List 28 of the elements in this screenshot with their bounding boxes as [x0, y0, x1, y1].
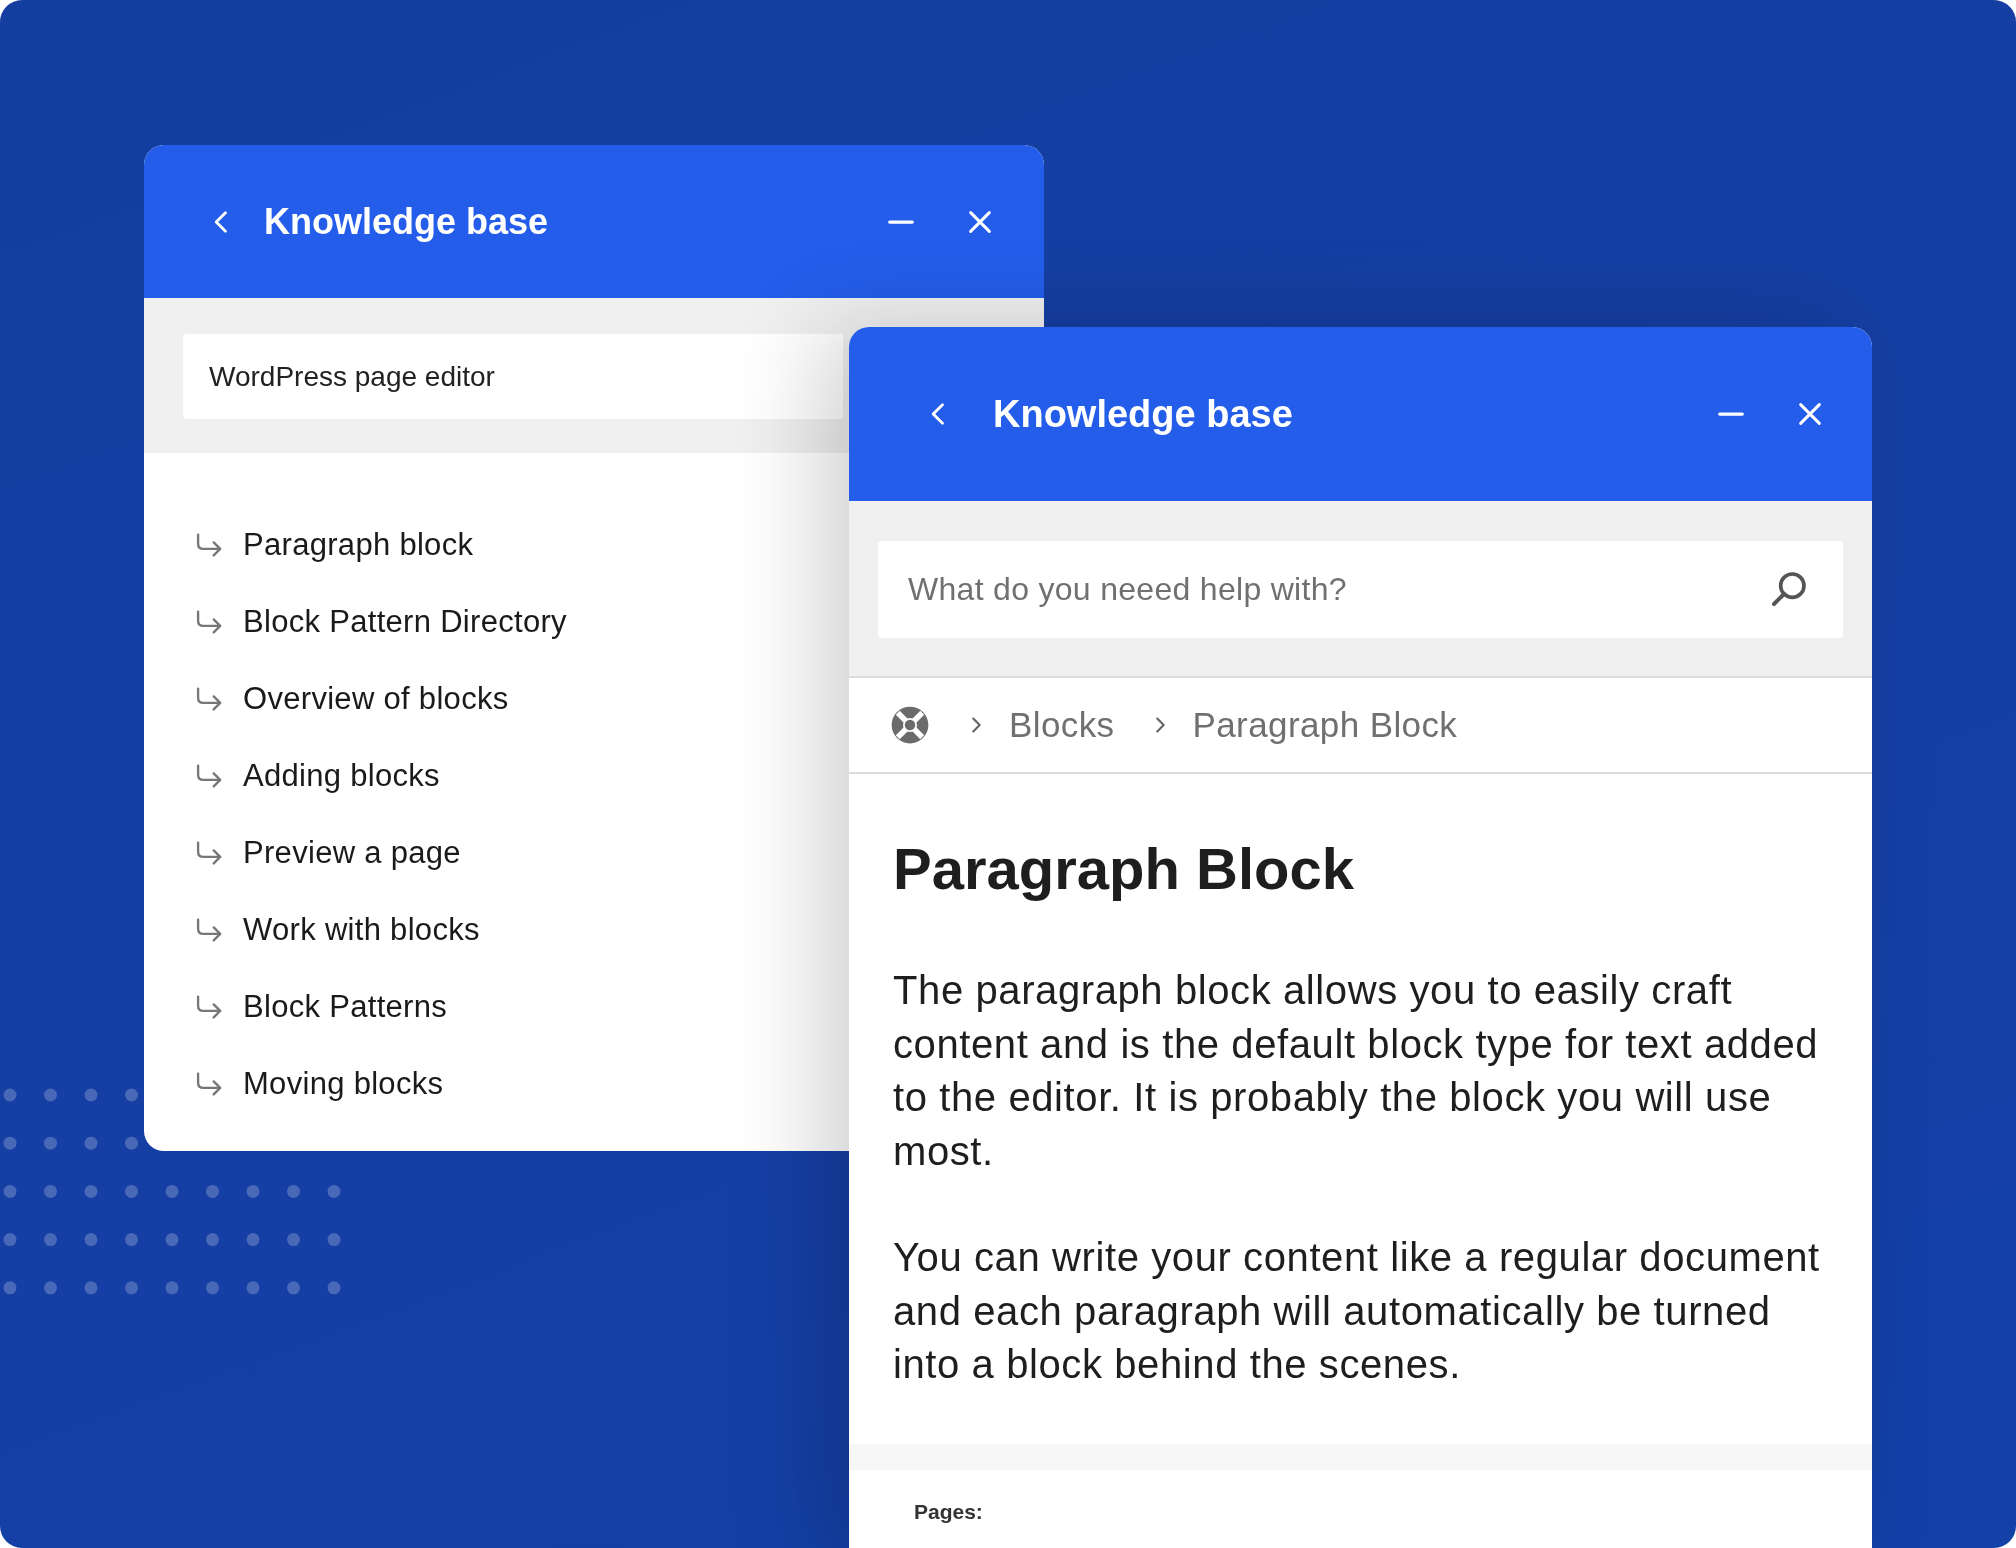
window-title: Knowledge base: [993, 392, 1294, 436]
window-title: Knowledge base: [264, 200, 550, 243]
article-link[interactable]: Moving blocks: [194, 1064, 444, 1103]
return-arrow-icon: [194, 1070, 223, 1097]
article-link[interactable]: Block Patterns: [194, 987, 448, 1026]
article-link[interactable]: Work with blocks: [194, 910, 480, 949]
return-arrow-icon: [194, 531, 223, 558]
article-link[interactable]: Preview a page: [194, 833, 461, 872]
article-paragraph: You can write your content like a regular document and each paragraph will automatically be turned into a block behind the scenes.: [893, 1234, 1821, 1388]
search-field[interactable]: WordPress page editor: [183, 334, 843, 419]
return-arrow-icon: [194, 993, 223, 1020]
return-arrow-icon: [194, 685, 223, 712]
breadcrumb-current: Paragraph Block: [1192, 705, 1458, 745]
article-paragraph: The paragraph block allows you to easily craft content and is the default block type for text added to the editor. It is probably the block you will use most.: [893, 967, 1820, 1175]
search-field[interactable]: What do you neeed help with?: [878, 541, 1843, 638]
article-link[interactable]: Block Pattern Directory: [194, 602, 567, 641]
return-arrow-icon: [194, 839, 223, 866]
close-icon[interactable]: [1796, 400, 1824, 428]
search-icon[interactable]: [1769, 569, 1809, 609]
article-link[interactable]: Adding blocks: [194, 756, 440, 795]
return-arrow-icon: [194, 608, 223, 635]
article-link[interactable]: Paragraph block: [194, 525, 474, 564]
lifebuoy-icon[interactable]: [889, 704, 931, 746]
breadcrumb-link[interactable]: Blocks: [1009, 705, 1115, 745]
return-arrow-icon: [194, 762, 223, 789]
return-arrow-icon: [194, 916, 223, 943]
article-link[interactable]: Overview of blocks: [194, 679, 509, 718]
footer-label: Pages:: [914, 1500, 983, 1523]
